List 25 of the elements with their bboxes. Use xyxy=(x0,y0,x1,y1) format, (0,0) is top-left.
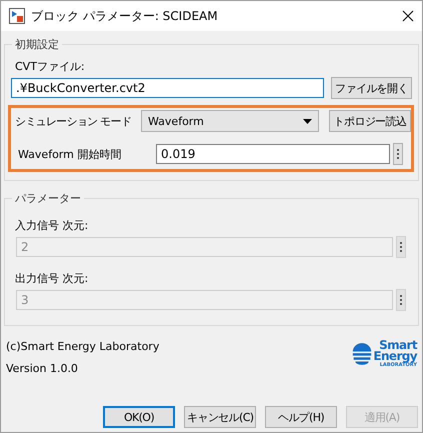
logo-text: Smart xyxy=(379,340,417,352)
dialog-button[interactable]: ヘルプ(H) xyxy=(265,406,337,428)
dialog-button[interactable]: OK(O) xyxy=(103,406,175,428)
copyright-text: (c)Smart Energy Laboratory xyxy=(6,340,160,353)
group-title: 初期設定 xyxy=(14,37,60,52)
group-title: パラメーター xyxy=(14,191,82,206)
logo-text: Energy xyxy=(373,351,417,363)
close-icon[interactable] xyxy=(402,10,414,22)
field-label: Waveform 開始時間 xyxy=(18,146,122,162)
cvt-file-field[interactable]: .¥BuckConverter.cvt2 xyxy=(11,78,324,98)
field-label: CVTファイル: xyxy=(15,59,86,74)
field-label: シミュレーション モード xyxy=(15,114,131,128)
mode-dropdown[interactable]: Waveform xyxy=(141,110,319,132)
load-topology-button[interactable]: トポロジー読込 xyxy=(329,110,411,132)
field-label: 出力信号 次元: xyxy=(15,271,90,286)
dialog-button[interactable]: キャンセル(C) xyxy=(184,406,256,428)
start-time-field[interactable]: 0.019 xyxy=(156,144,390,164)
field-label: 入力信号 次元: xyxy=(15,218,90,233)
window-title: ブロック パラメーター: SCIDEAM xyxy=(31,8,219,24)
version-text: Version 1.0.0 xyxy=(6,362,79,375)
ellipsis-button[interactable] xyxy=(393,143,403,165)
logo-icon xyxy=(352,342,372,365)
caret-icon xyxy=(303,118,312,124)
open-file-button[interactable]: ファイルを開く xyxy=(331,77,412,99)
block-icon xyxy=(9,8,25,24)
